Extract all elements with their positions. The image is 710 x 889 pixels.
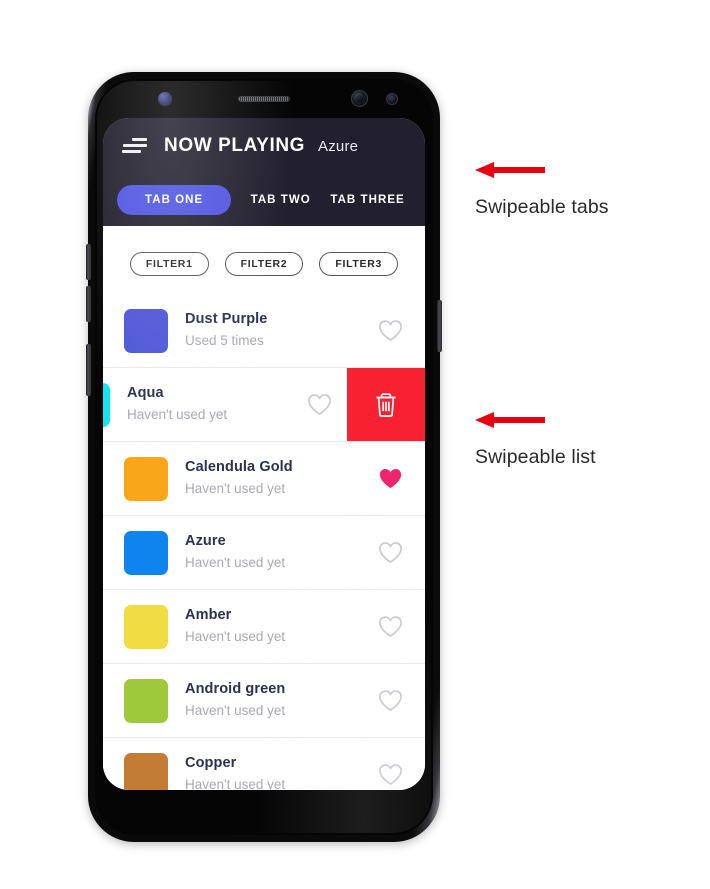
favorite-outline-icon[interactable] [378, 541, 404, 564]
delete-button[interactable] [347, 368, 425, 441]
color-list: Dust Purple Used 5 times Aqua Haven't used … [103, 294, 425, 790]
list-item-title: Dust Purple [185, 311, 268, 328]
earpiece-speaker-icon [238, 96, 290, 102]
list-item-title: Android green [185, 681, 286, 698]
app-bar-subtitle: Azure [318, 137, 359, 155]
list-item[interactable]: Calendula Gold Haven't used yet [103, 442, 425, 516]
favorite-outline-icon[interactable] [307, 393, 333, 416]
list-item[interactable]: Azure Haven't used yet [103, 516, 425, 590]
color-swatch [124, 752, 168, 790]
filter-chip-group: FILTER1 FILTER2 FILTER3 [103, 226, 425, 294]
annotation-label-list: Swipeable list [475, 446, 596, 468]
list-item-title: Azure [185, 533, 226, 550]
swiped-row-content[interactable]: Aqua Haven't used yet [103, 368, 347, 441]
annotation-swipeable-list: Swipeable list [475, 412, 596, 469]
list-item-text: Azure Haven't used yet [185, 532, 378, 572]
list-item[interactable]: Aqua Haven't used yet [103, 368, 425, 442]
list-item-usage: Haven't used yet [185, 481, 286, 496]
annotation-label-tabs: Swipeable tabs [475, 196, 609, 218]
color-swatch [103, 382, 110, 427]
volume-down-button[interactable] [86, 286, 91, 322]
arrow-left-icon [475, 162, 545, 178]
list-item[interactable]: Dust Purple Used 5 times [103, 294, 425, 368]
app-bar: NOW PLAYING Azure [103, 118, 425, 174]
list-item-usage: Haven't used yet [185, 629, 286, 644]
list-item-text: Calendula Gold Haven't used yet [185, 458, 378, 498]
iris-sensor-icon [158, 92, 172, 106]
list-item[interactable]: Copper Haven't used yet [103, 738, 425, 790]
list-item-text: Amber Haven't used yet [185, 606, 378, 646]
list-item-text: Dust Purple Used 5 times [185, 310, 378, 350]
favorite-outline-icon[interactable] [378, 689, 404, 712]
favorite-outline-icon[interactable] [378, 319, 404, 342]
arrow-left-icon [475, 412, 545, 428]
list-item-usage: Haven't used yet [185, 703, 286, 718]
list-item-title: Calendula Gold [185, 459, 293, 476]
favorite-outline-icon[interactable] [378, 615, 404, 638]
hamburger-menu-icon[interactable] [121, 138, 147, 154]
tab-one[interactable]: TAB ONE [117, 185, 232, 215]
page-title: NOW PLAYING [164, 135, 306, 156]
phone-screen: NOW PLAYING Azure TAB ONE TAB TWO TAB TH… [103, 118, 425, 790]
tab-bar: TAB ONE TAB TWO TAB THREE [103, 174, 425, 226]
color-swatch [124, 604, 168, 649]
list-item-text: Copper Haven't used yet [185, 754, 378, 790]
favorite-outline-icon[interactable] [378, 763, 404, 786]
list-item-title: Amber [185, 607, 232, 624]
favorite-filled-icon[interactable] [378, 467, 404, 490]
list-item-usage: Haven't used yet [185, 555, 286, 570]
phone-mockup: NOW PLAYING Azure TAB ONE TAB TWO TAB TH… [86, 72, 442, 842]
color-swatch [124, 308, 168, 353]
list-item-usage: Haven't used yet [127, 407, 228, 422]
filter-chip-2[interactable]: FILTER2 [224, 252, 304, 276]
front-camera-icon [351, 90, 368, 107]
filter-chip-1[interactable]: FILTER1 [129, 252, 209, 276]
assistant-button[interactable] [86, 344, 91, 396]
color-swatch [124, 456, 168, 501]
list-item-usage: Haven't used yet [185, 777, 286, 790]
screenshot-root: NOW PLAYING Azure TAB ONE TAB TWO TAB TH… [0, 0, 710, 889]
volume-up-button[interactable] [86, 244, 91, 280]
annotation-swipeable-tabs: Swipeable tabs [475, 162, 609, 219]
color-swatch [124, 678, 168, 723]
list-item-title: Copper [185, 755, 237, 772]
list-item[interactable]: Android green Haven't used yet [103, 664, 425, 738]
tab-two[interactable]: TAB TWO [237, 194, 324, 206]
proximity-sensor-icon [386, 93, 398, 105]
power-button[interactable] [437, 300, 442, 352]
color-swatch [124, 530, 168, 575]
list-item-title: Aqua [127, 385, 164, 402]
list-item-text: Aqua Haven't used yet [127, 384, 307, 424]
list-item[interactable]: Amber Haven't used yet [103, 590, 425, 664]
tab-three[interactable]: TAB THREE [324, 194, 411, 206]
list-item-usage: Used 5 times [185, 333, 264, 348]
phone-sensor-bar [104, 86, 424, 114]
list-item-text: Android green Haven't used yet [185, 680, 378, 720]
filter-chip-3[interactable]: FILTER3 [319, 252, 399, 276]
